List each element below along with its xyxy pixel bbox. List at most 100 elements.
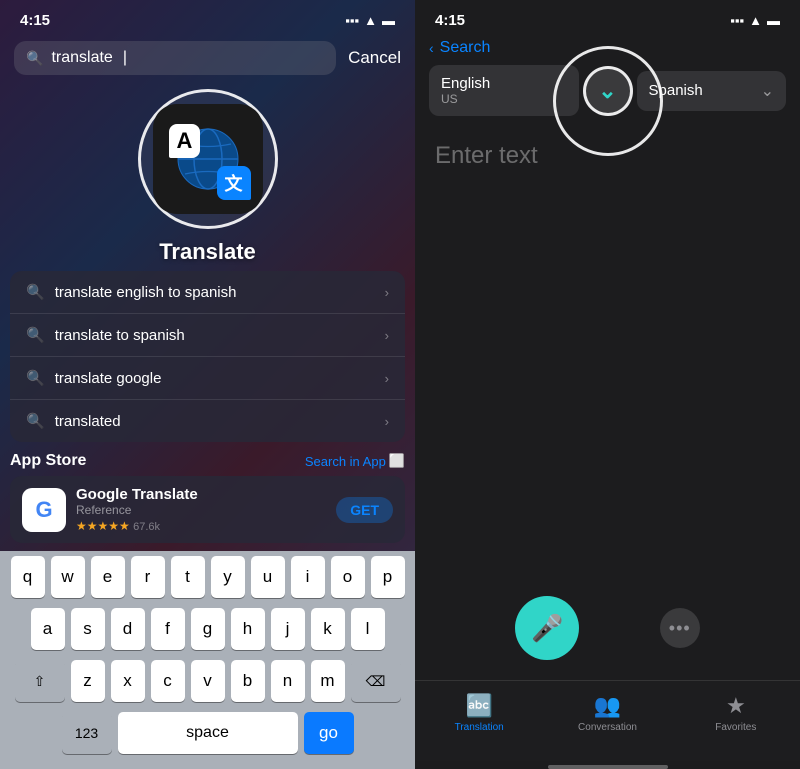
get-button[interactable]: GET (336, 497, 393, 523)
key-shift[interactable]: ⇧ (15, 660, 65, 702)
cancel-button[interactable]: Cancel (336, 48, 401, 68)
mic-area: 🎤 ••• (415, 576, 800, 680)
right-panel: 4:15 ▪▪▪ ▲ ▬ ‹ Search English US ⌄ Spani… (415, 0, 800, 769)
bubble-zh-icon: 文 (217, 166, 251, 200)
signal-icon: ▪▪▪ (345, 13, 359, 28)
suggestion-arrow-2: › (385, 371, 389, 386)
suggestion-item[interactable]: 🔍 translate english to spanish › (10, 271, 405, 314)
search-text: translate (51, 49, 112, 67)
mic-icon: 🎤 (531, 613, 563, 644)
app-stars: ★★★★★ 67.6k (76, 519, 326, 533)
suggestion-item[interactable]: 🔍 translate to spanish › (10, 314, 405, 357)
key-t[interactable]: t (171, 556, 205, 598)
swap-language-button[interactable]: ⌄ (583, 66, 633, 116)
google-translate-icon: G (22, 488, 66, 532)
source-language-region: US (441, 92, 567, 106)
key-delete[interactable]: ⌫ (351, 660, 401, 702)
right-status-bar: 4:15 ▪▪▪ ▲ ▬ (415, 0, 800, 35)
key-i[interactable]: i (291, 556, 325, 598)
more-dots-icon: ••• (669, 618, 691, 639)
search-in-app-button[interactable]: Search in App ⬜ (305, 453, 405, 469)
key-e[interactable]: e (91, 556, 125, 598)
translate-app-icon[interactable]: A 文 (153, 104, 263, 214)
key-y[interactable]: y (211, 556, 245, 598)
target-language-button[interactable]: Spanish ⌄ (637, 71, 787, 111)
back-label: Search (440, 39, 491, 57)
text-input-area[interactable]: Enter text (415, 126, 800, 326)
keyboard-row-3: ⇧ z x c v b n m ⌫ (0, 655, 415, 707)
key-space[interactable]: space (118, 712, 298, 754)
key-n[interactable]: n (271, 660, 305, 702)
right-battery-icon: ▬ (767, 13, 780, 28)
key-o[interactable]: o (331, 556, 365, 598)
suggestion-arrow-3: › (385, 414, 389, 429)
right-status-icons: ▪▪▪ ▲ ▬ (730, 13, 780, 28)
key-p[interactable]: p (371, 556, 405, 598)
key-d[interactable]: d (111, 608, 145, 650)
suggestion-arrow-1: › (385, 328, 389, 343)
right-signal-icon: ▪▪▪ (730, 13, 744, 28)
target-language-name: Spanish (649, 82, 703, 99)
tab-translation[interactable]: 🔤 Translation (415, 689, 543, 733)
conversation-tab-icon: 👥 (594, 693, 621, 719)
key-c[interactable]: c (151, 660, 185, 702)
suggestion-text-1: translate to spanish (55, 327, 375, 344)
key-v[interactable]: v (191, 660, 225, 702)
suggestion-item[interactable]: 🔍 translated › (10, 400, 405, 442)
key-123[interactable]: 123 (62, 712, 112, 754)
chevron-down-icon: ⌄ (598, 78, 616, 104)
left-status-icons: ▪▪▪ ▲ ▬ (345, 13, 395, 28)
language-chevron-icon: ⌄ (761, 81, 774, 101)
emoji-key[interactable]: 🙂 (14, 765, 53, 769)
translation-tab-icon: 🔤 (465, 693, 492, 719)
microphone-button[interactable]: 🎤 (515, 596, 579, 660)
app-store-header: App Store Search in App ⬜ (10, 452, 405, 470)
key-x[interactable]: x (111, 660, 145, 702)
key-l[interactable]: l (351, 608, 385, 650)
key-z[interactable]: z (71, 660, 105, 702)
translation-tab-label: Translation (455, 722, 504, 733)
wifi-icon: ▲ (364, 13, 377, 28)
key-j[interactable]: j (271, 608, 305, 650)
key-go[interactable]: go (304, 712, 354, 754)
key-w[interactable]: w (51, 556, 85, 598)
app-info: Google Translate Reference ★★★★★ 67.6k (76, 486, 326, 533)
keyboard-row-1: q w e r t y u i o p (0, 551, 415, 603)
suggestion-text-0: translate english to spanish (55, 284, 375, 301)
key-r[interactable]: r (131, 556, 165, 598)
key-k[interactable]: k (311, 608, 345, 650)
key-h[interactable]: h (231, 608, 265, 650)
key-a[interactable]: a (31, 608, 65, 650)
search-suggestions: 🔍 translate english to spanish › 🔍 trans… (10, 271, 405, 442)
search-bar-container: 🔍 translate | Cancel (0, 35, 415, 81)
tab-conversation[interactable]: 👥 Conversation (543, 689, 671, 733)
key-q[interactable]: q (11, 556, 45, 598)
tab-favorites[interactable]: ★ Favorites (672, 689, 800, 733)
left-status-bar: 4:15 ▪▪▪ ▲ ▬ (0, 0, 415, 35)
language-selector: English US ⌄ Spanish ⌄ (415, 65, 800, 116)
suggestion-item[interactable]: 🔍 translate google › (10, 357, 405, 400)
source-language-button[interactable]: English US (429, 65, 579, 116)
search-input[interactable]: 🔍 translate | (14, 41, 336, 75)
app-name-label: Translate (159, 239, 256, 265)
source-language-name: English (441, 75, 567, 92)
key-u[interactable]: u (251, 556, 285, 598)
microphone-key[interactable]: 🎤 (364, 766, 401, 769)
back-button[interactable]: ‹ Search (415, 35, 800, 65)
tab-bar: 🔤 Translation 👥 Conversation ★ Favorites (415, 680, 800, 761)
key-m[interactable]: m (311, 660, 345, 702)
key-f[interactable]: f (151, 608, 185, 650)
key-s[interactable]: s (71, 608, 105, 650)
app-subtitle: Reference (76, 503, 326, 517)
left-panel: 4:15 ▪▪▪ ▲ ▬ 🔍 translate | Cancel (0, 0, 415, 769)
cursor: | (123, 49, 127, 67)
suggestion-search-icon-2: 🔍 (26, 369, 45, 387)
key-g[interactable]: g (191, 608, 225, 650)
key-b[interactable]: b (231, 660, 265, 702)
conversation-tab-label: Conversation (578, 722, 637, 733)
back-arrow-icon: ‹ (429, 40, 434, 56)
more-options-button[interactable]: ••• (660, 608, 700, 648)
app-store-card[interactable]: G Google Translate Reference ★★★★★ 67.6k… (10, 476, 405, 543)
translate-bottom: 🎤 ••• 🔤 Translation 👥 Conversation ★ Fav… (415, 576, 800, 769)
suggestion-arrow-0: › (385, 285, 389, 300)
